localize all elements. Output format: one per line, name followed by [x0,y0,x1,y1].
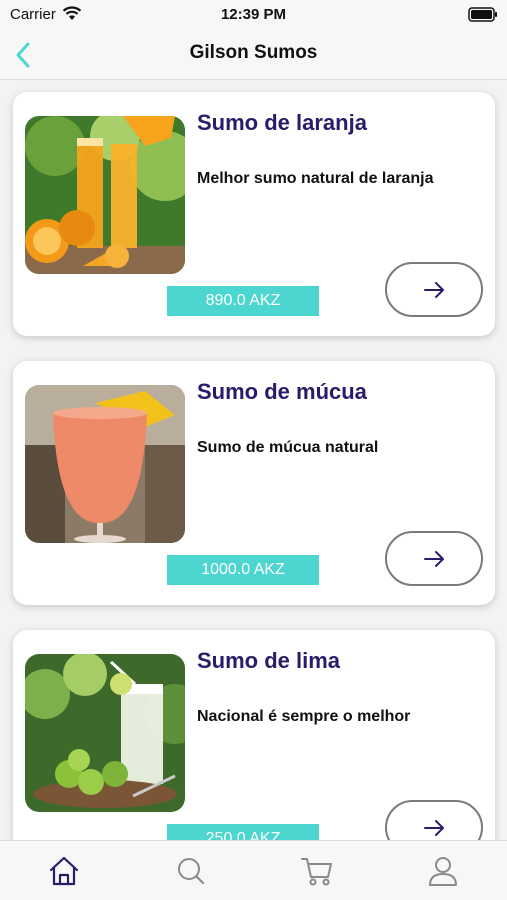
product-description: Nacional é sempre o melhor [197,708,411,725]
status-time: 12:39 PM [220,6,287,23]
battery-icon [468,7,497,22]
tab-cart[interactable] [300,855,334,887]
product-description: Sumo de múcua natural [197,439,379,456]
price-badge: 1000.0 AKZ [167,555,319,585]
product-title: Sumo de lima [197,648,341,673]
arrow-right-icon [424,282,444,298]
price-badge: 250.0 AKZ [167,824,319,840]
product-title: Sumo de múcua [197,379,367,404]
home-icon [49,856,79,886]
page-title: Gilson Sumos [189,42,318,63]
product-description: Melhor sumo natural de laranja [197,170,434,187]
product-card[interactable]: Sumo de lima Nacional é sempre o melhor … [13,630,495,840]
arrow-right-icon [424,551,444,567]
tab-bar [0,840,507,900]
product-image-orange [25,116,185,274]
profile-icon [429,857,457,886]
chevron-left-icon [16,42,30,68]
navigation-bar: Gilson Sumos [0,30,507,80]
cart-icon [301,858,332,886]
back-button[interactable] [8,38,40,72]
product-image-mucua [25,385,185,543]
price-badge: 890.0 AKZ [167,286,319,316]
search-icon [178,858,205,885]
product-card[interactable]: Sumo de laranja Melhor sumo natural de l… [13,92,495,336]
open-product-button[interactable] [385,262,483,317]
product-image-lime [25,654,185,812]
arrow-right-icon [424,820,444,836]
product-title: Sumo de laranja [197,110,367,135]
tab-profile[interactable] [426,855,460,887]
tab-search[interactable] [174,855,208,887]
status-bar: Carrier 12:39 PM [0,0,507,30]
open-product-button[interactable] [385,531,483,586]
product-list[interactable]: Sumo de laranja Melhor sumo natural de l… [0,81,507,840]
tab-home[interactable] [47,855,81,887]
product-card[interactable]: Sumo de múcua Sumo de múcua natural 1000… [13,361,495,605]
open-product-button[interactable] [385,800,483,840]
